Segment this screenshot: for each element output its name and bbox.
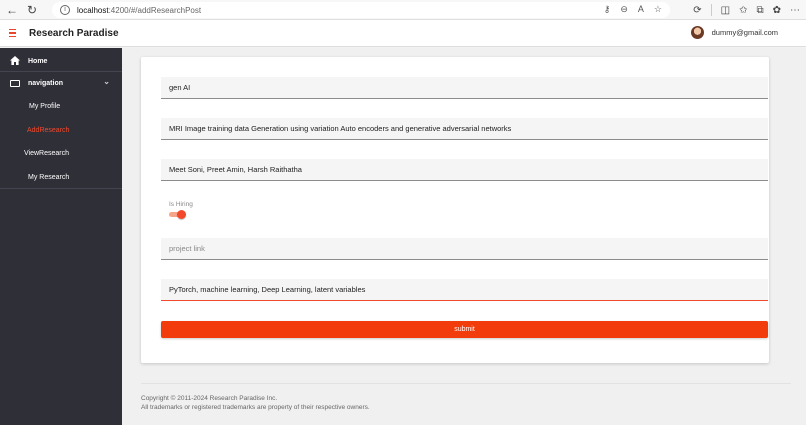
url-host: localhost bbox=[77, 5, 109, 15]
toggle-thumb[interactable] bbox=[177, 210, 186, 219]
read-aloud-icon[interactable]: A bbox=[638, 4, 644, 15]
authors-field[interactable]: Meet Soni, Preet Amin, Harsh Raithatha bbox=[161, 159, 768, 181]
sidebar-item-home[interactable]: Home bbox=[0, 54, 122, 68]
add-research-form-card: gen AI MRI Image training data Generatio… bbox=[141, 57, 769, 363]
browser-toolbar: ← ↻ i localhost:4200/#/addResearchPost ⚷… bbox=[0, 0, 806, 20]
sidebar-item-add-research[interactable]: AddResearch bbox=[0, 124, 122, 136]
research-topic-field[interactable]: gen AI bbox=[161, 77, 768, 99]
hamburger-menu-icon[interactable] bbox=[9, 28, 21, 38]
authors-value: Meet Soni, Preet Amin, Harsh Raithatha bbox=[169, 165, 302, 174]
tags-input[interactable]: PyTorch, machine learning, Deep Learning… bbox=[161, 279, 768, 301]
more-menu-icon[interactable]: ⋯ bbox=[790, 5, 800, 16]
submit-button[interactable]: submit bbox=[161, 321, 768, 338]
sidebar-item-label: AddResearch bbox=[27, 126, 70, 134]
sidebar-navigation-label: navigation bbox=[28, 79, 64, 87]
is-hiring-toggle[interactable] bbox=[169, 210, 186, 220]
split-screen-icon[interactable]: ◫ bbox=[721, 5, 730, 16]
research-topic-value: gen AI bbox=[169, 83, 191, 92]
extensions-icon[interactable]: ⟳ bbox=[693, 5, 701, 16]
refresh-icon[interactable]: ↻ bbox=[22, 0, 42, 20]
sidebar-item-label: ViewResearch bbox=[24, 149, 70, 157]
info-icon[interactable]: i bbox=[60, 5, 70, 15]
main-content: gen AI MRI Image training data Generatio… bbox=[122, 48, 806, 425]
project-link-placeholder: project link bbox=[169, 244, 205, 253]
footer-trademarks: All trademarks or registered trademarks … bbox=[141, 404, 370, 411]
address-bar[interactable]: i localhost:4200/#/addResearchPost ⚷ ⊖ A… bbox=[52, 2, 670, 18]
avatar[interactable] bbox=[690, 26, 704, 39]
folder-icon bbox=[10, 79, 20, 87]
collections-icon[interactable]: ⧉ bbox=[756, 5, 763, 16]
tags-value: PyTorch, machine learning, Deep Learning… bbox=[169, 285, 366, 294]
sidebar: Home navigation ⌄ My Profile AddResearch… bbox=[0, 48, 122, 425]
chevron-down-icon[interactable]: ⌄ bbox=[103, 77, 110, 86]
favorites-icon[interactable]: ✩ bbox=[739, 5, 747, 16]
zoom-icon[interactable]: ⊖ bbox=[620, 4, 628, 15]
url-path: :4200/#/addResearchPost bbox=[108, 5, 202, 15]
footer-copyright: Copyright © 2011-2024 Research Paradise … bbox=[141, 395, 278, 402]
favorite-star-icon[interactable]: ☆ bbox=[654, 4, 662, 15]
sidebar-item-my-profile[interactable]: My Profile bbox=[0, 100, 122, 112]
home-icon bbox=[10, 55, 20, 67]
project-link-input[interactable]: project link bbox=[161, 238, 768, 260]
sidebar-divider bbox=[0, 188, 122, 189]
footer-divider bbox=[141, 383, 791, 384]
is-hiring-label: Is Hiring bbox=[169, 201, 193, 208]
research-title-field[interactable]: MRI Image training data Generation using… bbox=[161, 118, 768, 140]
sidebar-item-my-research[interactable]: My Research bbox=[0, 171, 122, 183]
sidebar-item-navigation[interactable]: navigation ⌄ bbox=[0, 76, 122, 90]
user-email: dummy@gmail.com bbox=[711, 28, 778, 37]
toolbar-separator bbox=[710, 4, 712, 16]
brand-title: Research Paradise bbox=[29, 27, 119, 39]
sidebar-item-view-research[interactable]: ViewResearch bbox=[0, 147, 122, 159]
research-title-value: MRI Image training data Generation using… bbox=[169, 124, 512, 133]
key-icon[interactable]: ⚷ bbox=[604, 4, 611, 15]
footer: Copyright © 2011-2024 Research Paradise … bbox=[141, 394, 370, 412]
app-header: Research Paradise dummy@gmail.com bbox=[0, 20, 806, 47]
sidebar-divider bbox=[0, 71, 122, 72]
sidebar-item-label: My Profile bbox=[29, 102, 61, 110]
sidebar-home-label: Home bbox=[28, 57, 48, 65]
user-menu[interactable]: dummy@gmail.com bbox=[690, 26, 778, 39]
sidebar-item-label: My Research bbox=[28, 173, 70, 181]
back-arrow-icon[interactable]: ← bbox=[2, 0, 22, 20]
copilot-icon[interactable]: ✿ bbox=[773, 5, 781, 16]
